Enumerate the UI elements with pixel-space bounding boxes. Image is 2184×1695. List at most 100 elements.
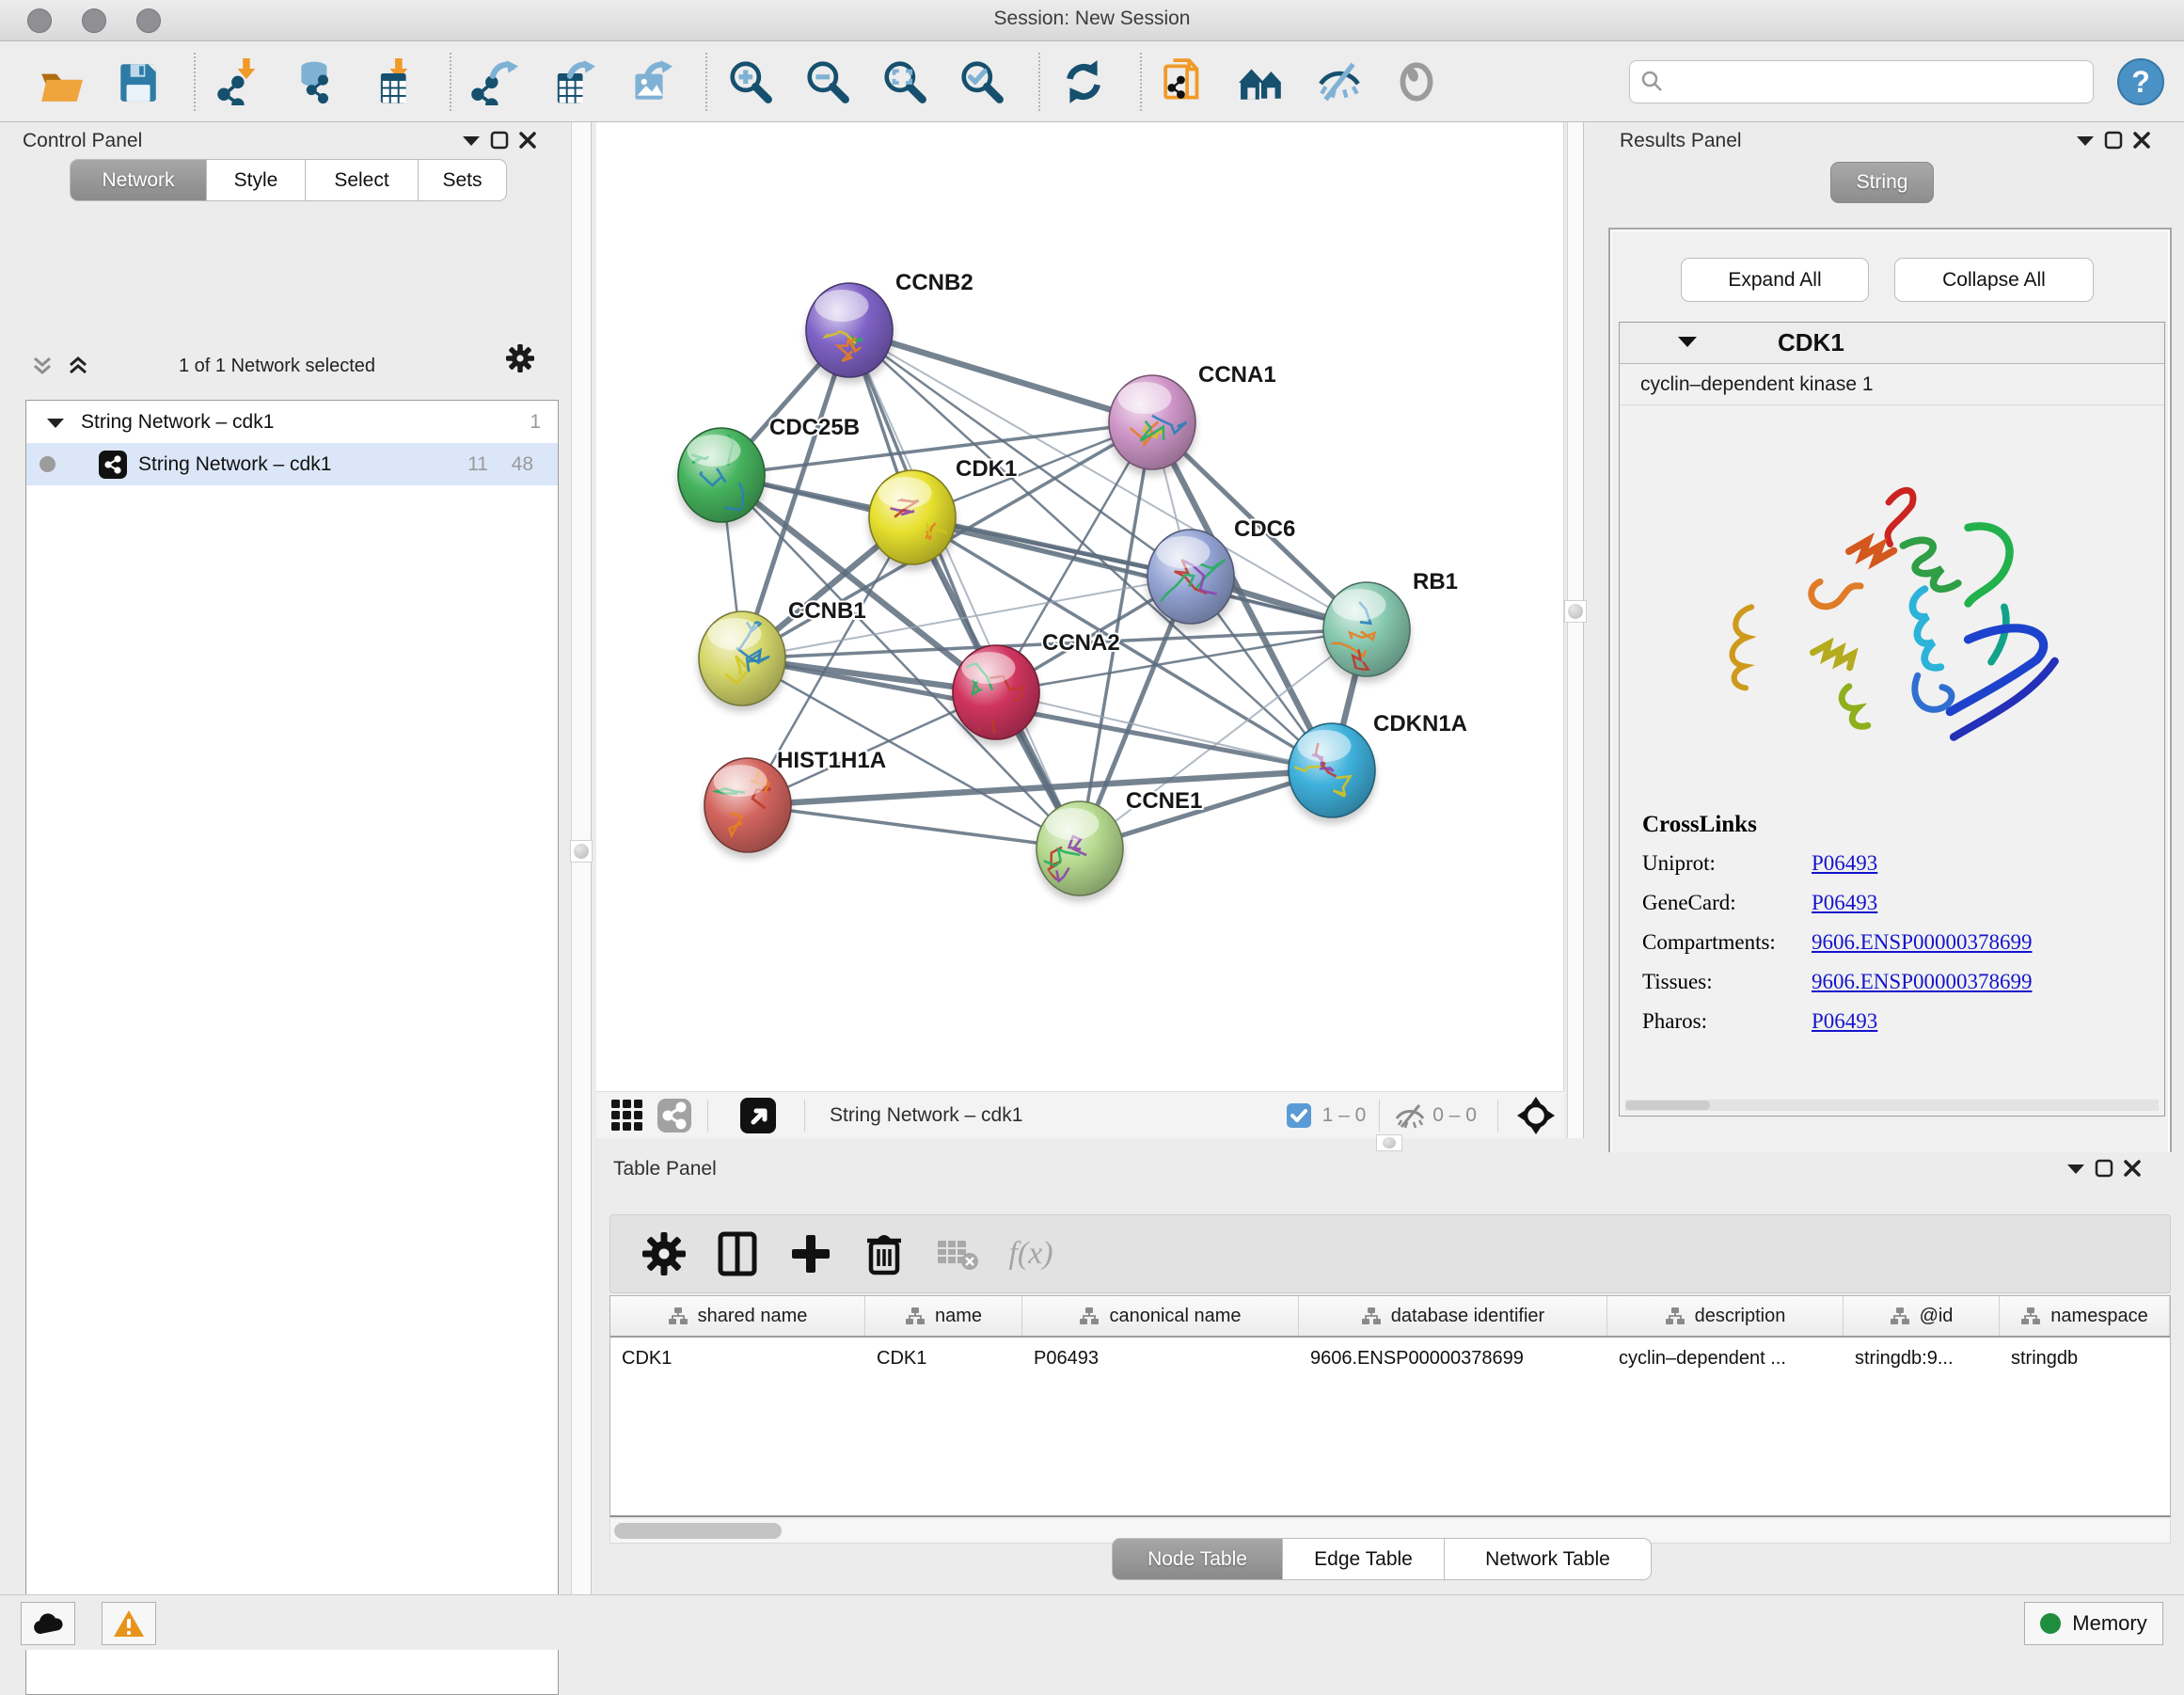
table-cell[interactable]: stringdb <box>2000 1338 2170 1379</box>
delete-column-icon[interactable] <box>859 1228 910 1279</box>
left-splitter-handle[interactable] <box>570 840 593 863</box>
export-image-button[interactable] <box>623 54 675 110</box>
import-network-database-button[interactable] <box>290 54 342 110</box>
expand-all-rows-icon[interactable] <box>28 354 56 378</box>
import-network-file-button[interactable] <box>213 54 265 110</box>
panel-float-icon[interactable] <box>2090 1156 2118 1180</box>
results-panel-title: Results Panel <box>1620 130 1742 152</box>
panel-close-icon[interactable] <box>514 128 542 152</box>
zoom-out-button[interactable] <box>801 54 854 110</box>
table-splitter-handle[interactable] <box>1376 1134 1402 1151</box>
hide-selected-button[interactable] <box>1313 54 1366 110</box>
table-cell[interactable]: 9606.ENSP00000378699 <box>1299 1338 1607 1379</box>
collection-expand-icon[interactable] <box>47 411 64 434</box>
column-header-description[interactable]: description <box>1607 1296 1844 1336</box>
column-header-label: shared name <box>698 1306 808 1327</box>
panel-menu-icon[interactable] <box>2062 1156 2090 1180</box>
home-button[interactable] <box>1236 54 1289 110</box>
column-header-database-identifier[interactable]: database identifier <box>1299 1296 1607 1336</box>
save-session-button[interactable] <box>111 54 164 110</box>
network-edge[interactable] <box>996 692 1332 770</box>
network-from-document-button[interactable] <box>1159 54 1211 110</box>
column-header-id[interactable]: @id <box>1844 1296 2000 1336</box>
crosslink-link[interactable]: P06493 <box>1812 1009 1877 1034</box>
crosslink-link[interactable]: P06493 <box>1812 851 1877 876</box>
crosslink-link[interactable]: P06493 <box>1812 891 1877 915</box>
table-hscroll-thumb[interactable] <box>614 1523 782 1539</box>
network-edge[interactable] <box>748 805 1080 848</box>
table-cell[interactable]: P06493 <box>1022 1338 1299 1379</box>
column-header-namespace[interactable]: namespace <box>2000 1296 2170 1336</box>
search-input[interactable] <box>1629 60 2094 103</box>
network-edge[interactable] <box>849 330 1152 422</box>
collapse-all-button[interactable]: Collapse All <box>1894 258 2094 302</box>
fit-content-crosshair-icon[interactable] <box>1515 1090 1557 1141</box>
table-cell[interactable]: CDK1 <box>865 1338 1022 1379</box>
crosslinks-hscroll-thumb[interactable] <box>1625 1101 1710 1110</box>
column-header-name[interactable]: name <box>865 1296 1022 1336</box>
table-options-gear-icon[interactable] <box>639 1228 689 1279</box>
show-all-button[interactable] <box>1390 54 1443 110</box>
network-node-ccne1[interactable]: CCNE1 <box>1036 788 1202 902</box>
zoom-selected-button[interactable] <box>956 54 1008 110</box>
crosslinks-hscrollbar[interactable] <box>1625 1100 2159 1111</box>
panel-float-icon[interactable] <box>485 128 514 152</box>
network-options-gear-icon[interactable] <box>506 346 534 371</box>
panel-float-icon[interactable] <box>2099 128 2128 152</box>
tab-sets[interactable]: Sets <box>419 159 507 201</box>
network-collection-row[interactable]: String Network – cdk1 1 <box>26 401 558 443</box>
crosslink-link[interactable]: 9606.ENSP00000378699 <box>1812 970 2033 994</box>
panel-menu-icon[interactable] <box>457 128 485 152</box>
export-table-button[interactable] <box>546 54 598 110</box>
table-row[interactable]: CDK1CDK1P064939606.ENSP00000378699cyclin… <box>610 1338 2170 1379</box>
table-cell[interactable]: stringdb:9... <box>1844 1338 2000 1379</box>
right-splitter[interactable] <box>1567 122 1584 1138</box>
refresh-button[interactable] <box>1057 54 1110 110</box>
tab-select[interactable]: Select <box>306 159 419 201</box>
network-selection-status: 1 of 1 Network selected <box>179 356 375 377</box>
tab-edge-table[interactable]: Edge Table <box>1283 1538 1445 1580</box>
panel-menu-icon[interactable] <box>2071 128 2099 152</box>
panel-close-icon[interactable] <box>2128 128 2156 152</box>
gene-collapse-icon[interactable] <box>1678 335 1697 352</box>
hidden-nodes-edges-count: 0 – 0 <box>1432 1104 1477 1127</box>
cloud-button[interactable] <box>21 1602 75 1645</box>
expand-all-button[interactable]: Expand All <box>1681 258 1869 302</box>
network-row[interactable]: String Network – cdk1 11 48 <box>26 443 558 485</box>
import-table-file-button[interactable] <box>367 54 419 110</box>
network-canvas[interactable]: CCNB2CCNA1CDC25BCDK1CDC6RB1CCNB1CCNA2CDK… <box>596 122 1564 1091</box>
show-columns-icon[interactable] <box>712 1228 763 1279</box>
column-header-shared-name[interactable]: shared name <box>610 1296 865 1336</box>
collapse-all-rows-icon[interactable] <box>64 354 92 378</box>
string-network-icon[interactable] <box>655 1090 694 1141</box>
table-cell[interactable]: cyclin–dependent ... <box>1607 1338 1844 1379</box>
grid-view-icon[interactable] <box>608 1090 647 1141</box>
tab-style[interactable]: Style <box>207 159 306 201</box>
memory-button[interactable]: Memory <box>2024 1602 2163 1645</box>
create-column-icon[interactable] <box>785 1228 836 1279</box>
selected-checkbox-icon[interactable] <box>1285 1090 1313 1141</box>
column-header-canonical-name[interactable]: canonical name <box>1022 1296 1299 1336</box>
network-node-rb1[interactable]: RB1 <box>1322 569 1458 683</box>
right-splitter-handle[interactable] <box>1564 600 1587 623</box>
help-button[interactable]: ? <box>2116 57 2165 106</box>
network-node-cdc6[interactable]: CDC6 <box>1147 516 1295 630</box>
zoom-in-button[interactable] <box>724 54 777 110</box>
zoom-fit-button[interactable] <box>878 54 931 110</box>
control-panel: Control Panel NetworkStyleSelectSets 1 o… <box>0 122 562 1594</box>
open-session-button[interactable] <box>34 54 87 110</box>
crosslink-link[interactable]: 9606.ENSP00000378699 <box>1812 930 2033 955</box>
warning-button[interactable] <box>102 1602 156 1645</box>
birdseye-view-icon[interactable] <box>738 1090 778 1141</box>
column-header-label: description <box>1695 1306 1786 1327</box>
export-network-button[interactable] <box>468 54 521 110</box>
tab-network-table[interactable]: Network Table <box>1445 1538 1652 1580</box>
table-cell[interactable]: CDK1 <box>610 1338 865 1379</box>
panel-close-icon[interactable] <box>2118 1156 2146 1180</box>
tab-string[interactable]: String <box>1830 162 1934 203</box>
network-edge[interactable] <box>912 517 1367 629</box>
tab-network[interactable]: Network <box>70 159 207 201</box>
tab-node-table[interactable]: Node Table <box>1112 1538 1283 1580</box>
node-label: CDC6 <box>1234 516 1295 542</box>
gene-entry-header[interactable]: CDK1 <box>1620 323 2164 364</box>
